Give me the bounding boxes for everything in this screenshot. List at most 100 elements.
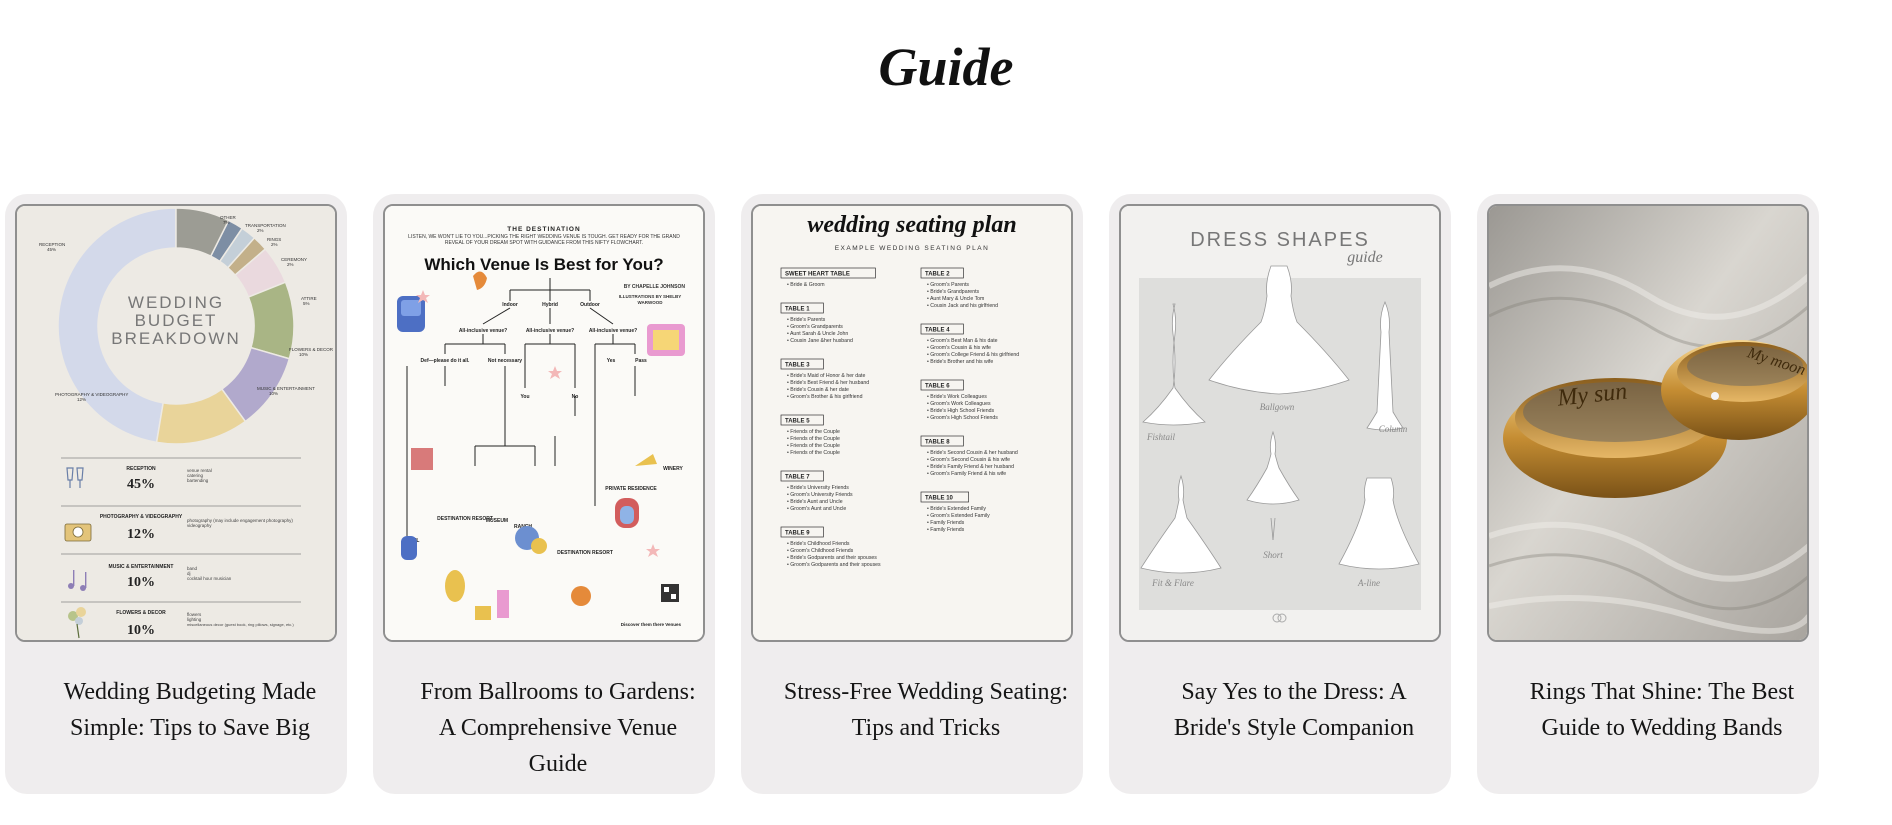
svg-text:Ballgown: Ballgown [1260, 402, 1295, 412]
svg-text:10%: 10% [127, 623, 155, 638]
svg-text:2%: 2% [287, 262, 294, 267]
guest-entry: • Bride's Childhood Friends [787, 541, 850, 547]
guest-entry: • Cousin Jack and his girlfriend [927, 303, 998, 309]
guide-card-dress[interactable]: DRESS SHAPES guide Fishtail Ballgown Col… [1109, 194, 1451, 794]
svg-text:10%: 10% [127, 575, 155, 590]
donut-slice [247, 281, 295, 360]
guest-entry: • Bride's University Friends [787, 485, 849, 491]
guest-entry: • Friends of the Couple [787, 429, 840, 435]
svg-text:Pass: Pass [635, 358, 647, 364]
svg-text:Short: Short [1263, 550, 1283, 560]
guide-card-budgeting[interactable]: WEDDING BUDGET BREAKDOWN RECEPTION 45% O… [5, 194, 347, 794]
svg-text:DRESS SHAPES: DRESS SHAPES [1190, 229, 1370, 251]
svg-text:EXAMPLE WEDDING SEATING PLAN: EXAMPLE WEDDING SEATING PLAN [835, 245, 990, 252]
svg-text:12%: 12% [127, 527, 155, 542]
wedding-rings-photo: My sun My moon [1487, 204, 1809, 642]
table-name: TABLE 5 [785, 419, 810, 425]
svg-text:MUSEUM: MUSEUM [486, 518, 508, 524]
svg-text:A-line: A-line [1357, 578, 1380, 588]
svg-text:PRIVATE RESIDENCE: PRIVATE RESIDENCE [605, 486, 657, 492]
guest-entry: • Groom's Godparents and their spouses [787, 562, 881, 568]
table-name: TABLE 10 [925, 496, 954, 502]
table-name: TABLE 3 [785, 363, 810, 369]
guest-entry: • Groom's Parents [927, 282, 969, 288]
table-name: TABLE 7 [785, 475, 810, 481]
svg-text:Not necessary: Not necessary [488, 358, 522, 364]
svg-text:Outdoor: Outdoor [580, 302, 600, 308]
table-name: TABLE 1 [785, 307, 810, 313]
svg-text:PHOTOGRAPHY & VIDEOGRAPHY: PHOTOGRAPHY & VIDEOGRAPHY [100, 514, 183, 520]
guest-entry: • Groom's Extended Family [927, 513, 990, 519]
svg-text:12%: 12% [77, 397, 86, 402]
svg-text:Fishtail: Fishtail [1146, 432, 1176, 442]
svg-text:10%: 10% [299, 352, 308, 357]
svg-text:Def—please do it all.: Def—please do it all. [421, 358, 471, 364]
guest-entry: • Groom's Aunt and Uncle [787, 506, 846, 512]
guest-entry: • Bride's Family Friend & her husband [927, 464, 1014, 470]
dress-shapes-image: DRESS SHAPES guide Fishtail Ballgown Col… [1119, 204, 1441, 642]
guide-card-rings[interactable]: My sun My moon Rings That Shine: The Bes… [1477, 194, 1819, 794]
svg-text:Yes: Yes [607, 358, 616, 364]
card-title[interactable]: Say Yes to the Dress: A Bride's Style Co… [1149, 674, 1439, 746]
guest-entry: • Friends of the Couple [787, 436, 840, 442]
svg-text:RECEPTION: RECEPTION [126, 466, 156, 472]
svg-text:MUSIC & ENTERTAINMENT: MUSIC & ENTERTAINMENT [109, 564, 174, 570]
guest-entry: • Groom's Second Cousin & his wife [927, 457, 1010, 463]
card-title[interactable]: From Ballrooms to Gardens: A Comprehensi… [413, 674, 703, 782]
seating-plan-image: wedding seating plan EXAMPLE WEDDING SEA… [751, 204, 1073, 642]
card-title[interactable]: Wedding Budgeting Made Simple: Tips to S… [45, 674, 335, 746]
guest-entry: • Groom's Work Colleagues [927, 401, 991, 407]
svg-text:BUDGET: BUDGET [135, 311, 218, 330]
svg-text:FLOWERS & DECOR: FLOWERS & DECOR [289, 347, 334, 352]
svg-text:TRANSPORTATION: TRANSPORTATION [245, 223, 286, 228]
svg-text:10%: 10% [269, 391, 278, 396]
svg-text:Which Venue Is Best for You?: Which Venue Is Best for You? [424, 255, 663, 274]
venue-flowchart-image: THE DESTINATION LISTEN, WE WON'T LIE TO … [383, 204, 705, 642]
guest-entry: • Groom's High School Friends [927, 415, 998, 421]
guest-entry: • Bride's High School Friends [927, 408, 995, 414]
guest-entry: • Bride's Second Cousin & her husband [927, 450, 1018, 456]
card-title[interactable]: Rings That Shine: The Best Guide to Wedd… [1517, 674, 1807, 746]
table-name: SWEET HEART TABLE [785, 272, 850, 278]
guest-entry: • Groom's University Friends [787, 492, 853, 498]
guest-entry: • Friends of the Couple [787, 450, 840, 456]
guest-entry: • Bride's Godparents and their spouses [787, 555, 877, 561]
svg-text:cocktail hour musician: cocktail hour musician [187, 576, 232, 581]
guest-entry: • Family Friends [927, 527, 965, 533]
svg-text:Indoor: Indoor [502, 302, 518, 308]
guest-entry: • Family Friends [927, 520, 965, 526]
guide-card-seating[interactable]: wedding seating plan EXAMPLE WEDDING SEA… [741, 194, 1083, 794]
svg-text:wedding seating plan: wedding seating plan [807, 212, 1016, 238]
svg-text:DESTINATION RESORT: DESTINATION RESORT [437, 516, 493, 522]
guest-entry: • Bride's Maid of Honor & her date [787, 373, 865, 379]
svg-text:DESTINATION RESORT: DESTINATION RESORT [557, 550, 613, 556]
svg-text:Hybrid: Hybrid [542, 302, 558, 308]
table-name: TABLE 8 [925, 440, 950, 446]
svg-text:All-inclusive venue?: All-inclusive venue? [589, 328, 637, 334]
svg-text:WINERY: WINERY [663, 466, 683, 472]
svg-text:45%: 45% [127, 477, 155, 492]
guest-entry: • Groom's Best Man & his date [927, 338, 998, 344]
svg-text:2%: 2% [271, 242, 278, 247]
svg-text:Fit & Flare: Fit & Flare [1151, 578, 1194, 588]
svg-text:THE DESTINATION: THE DESTINATION [507, 226, 580, 233]
guest-entry: • Cousin Jane &her husband [787, 338, 853, 344]
guest-entry: • Bride's Aunt and Uncle [787, 499, 843, 505]
svg-text:PHOTOGRAPHY & VIDEOGRAPHY: PHOTOGRAPHY & VIDEOGRAPHY [55, 392, 128, 397]
svg-text:No: No [572, 394, 579, 400]
svg-text:7%: 7% [223, 220, 230, 225]
svg-text:CEREMONY: CEREMONY [281, 257, 307, 262]
svg-text:BY CHAPELLE JOHNSON: BY CHAPELLE JOHNSON [624, 284, 686, 290]
guest-entry: • Bride's Extended Family [927, 506, 986, 512]
guest-entry: • Groom's Childhood Friends [787, 548, 854, 554]
guest-entry: • Bride & Groom [787, 282, 825, 288]
svg-text:miscellaneous decor (guest boo: miscellaneous decor (guest book, ring pi… [187, 622, 294, 627]
svg-text:MUSIC & ENTERTAINMENT: MUSIC & ENTERTAINMENT [257, 386, 315, 391]
svg-text:videography: videography [187, 523, 212, 528]
budget-breakdown-image: WEDDING BUDGET BREAKDOWN RECEPTION 45% O… [15, 204, 337, 642]
guide-card-venue[interactable]: THE DESTINATION LISTEN, WE WON'T LIE TO … [373, 194, 715, 794]
svg-text:FLOWERS & DECOR: FLOWERS & DECOR [116, 610, 166, 616]
card-title[interactable]: Stress-Free Wedding Seating: Tips and Tr… [781, 674, 1071, 746]
svg-text:45%: 45% [47, 247, 56, 252]
table-name: TABLE 4 [925, 328, 950, 334]
